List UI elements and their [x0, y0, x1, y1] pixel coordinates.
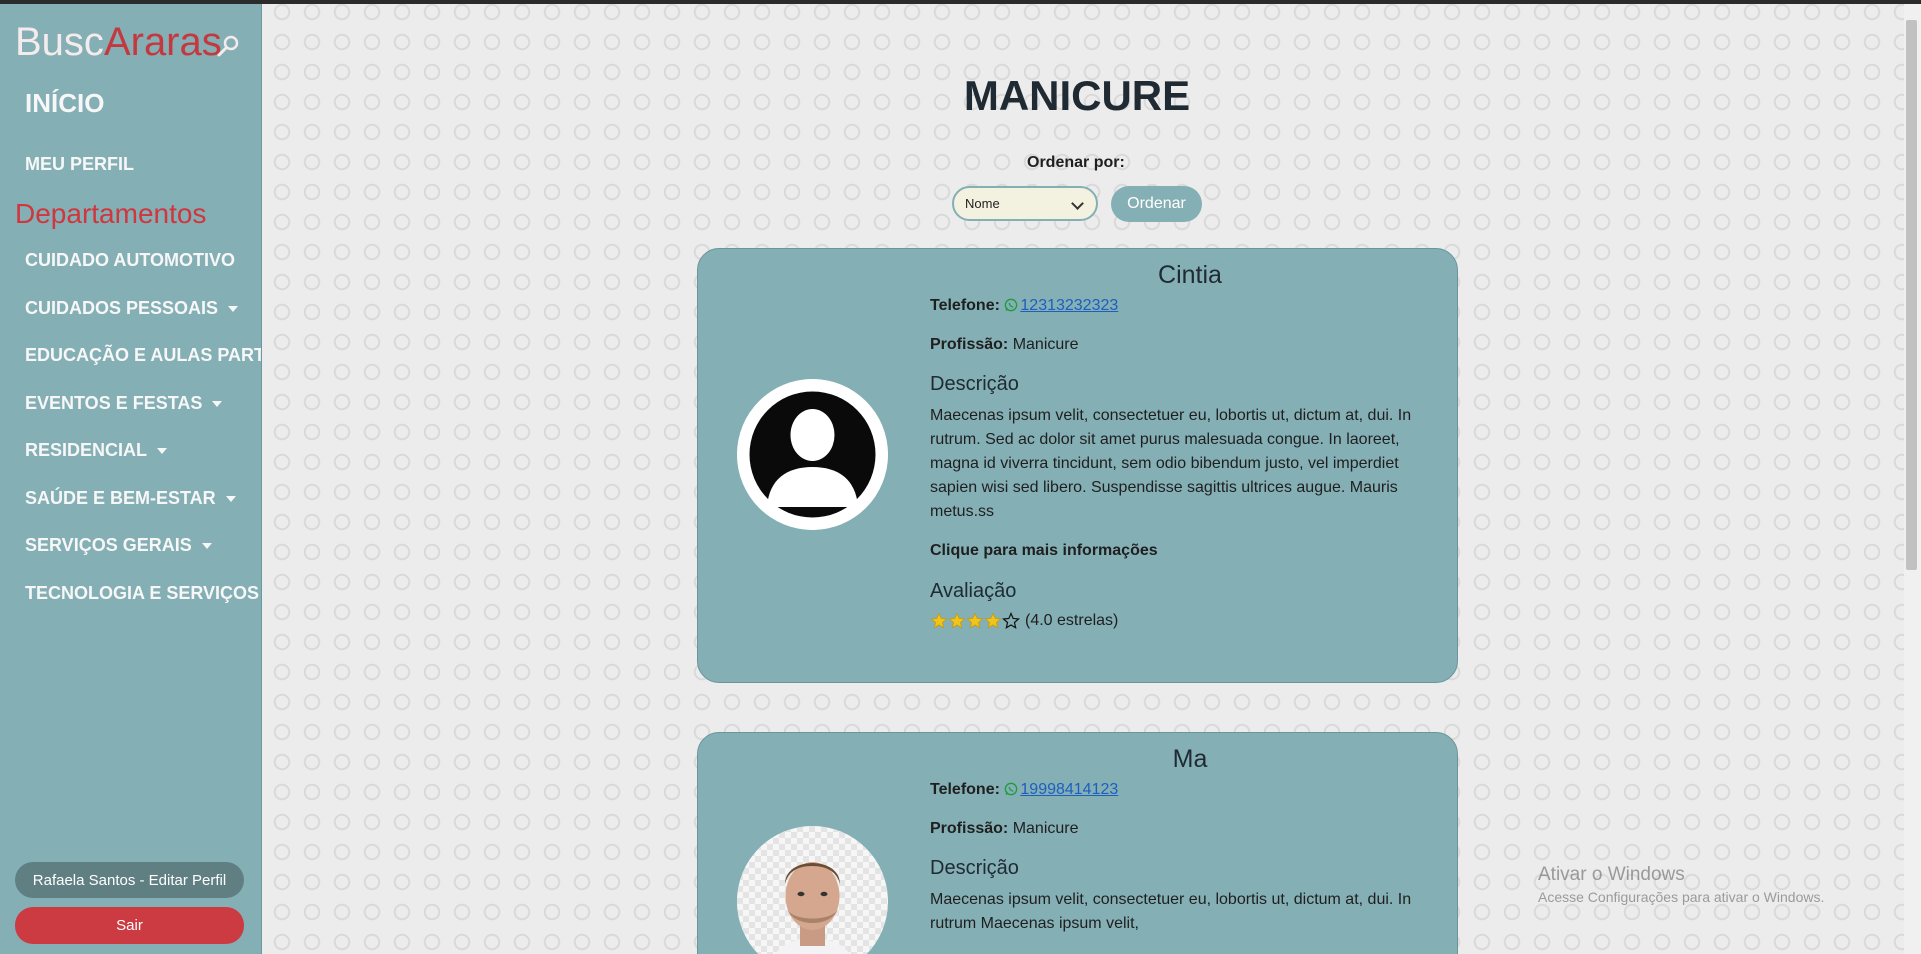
star-filled-icon	[966, 612, 984, 629]
order-by-label: Ordenar por:	[1027, 154, 1125, 171]
rating-text: (4.0 estrelas)	[1025, 612, 1119, 629]
caret-down-icon	[212, 400, 223, 407]
description-text: Maecenas ipsum velit, consectetuer eu, l…	[930, 407, 1412, 520]
more-info-link[interactable]: Clique para mais informações	[930, 542, 1158, 560]
dept-item-residential[interactable]: RESIDENCIAL	[25, 440, 261, 488]
caret-down-icon	[201, 543, 212, 549]
dept-item-label: EVENTOS E FESTAS	[25, 392, 203, 413]
phone-link[interactable]: 19998414123	[1020, 781, 1118, 798]
dept-item-label: EDUCAÇÃO E AULAS PART	[25, 345, 261, 365]
order-button[interactable]: Ordenar	[1111, 186, 1202, 222]
description-heading: Descrição	[930, 857, 1019, 879]
dept-item-label: TECNOLOGIA E SERVIÇOS	[25, 582, 260, 603]
default-avatar-icon	[737, 379, 888, 530]
profession-value: Manicure	[1012, 820, 1079, 837]
dept-item-technology[interactable]: TECNOLOGIA E SERVIÇOS	[25, 583, 261, 631]
departments-list: CUIDADO AUTOMOTIVO CUIDADOS PESSOAIS EDU…	[25, 250, 261, 630]
dept-item-education[interactable]: EDUCAÇÃO E AULAS PART	[25, 345, 261, 393]
profession-label: Profissão:	[930, 820, 1009, 837]
order-by-selected-value: Nome	[965, 196, 1000, 211]
nav-my-profile[interactable]: MEU PERFIL	[25, 154, 134, 175]
dept-item-label: CUIDADOS PESSOAIS	[25, 297, 219, 318]
dept-item-health[interactable]: SAÚDE E BEM-ESTAR	[25, 488, 261, 536]
windows-activation-subtitle: Acesse Configurações para ativar o Windo…	[1538, 889, 1825, 905]
dept-item-personal-care[interactable]: CUIDADOS PESSOAIS	[25, 298, 261, 346]
nav-home[interactable]: INÍCIO	[25, 88, 104, 119]
phone-link[interactable]: 12313232323	[1020, 297, 1118, 314]
phone-label: Telefone:	[930, 297, 1000, 314]
browser-top-edge	[0, 0, 1921, 4]
order-by-select[interactable]: Nome	[952, 186, 1098, 221]
scrollbar-thumb[interactable]	[1906, 20, 1917, 570]
phone-field: Telefone: 12313232323	[930, 297, 1118, 315]
departments-heading: Departamentos	[15, 198, 207, 229]
profession-field: Profissão: Manicure	[930, 820, 1079, 838]
sidebar: BuscAraras INÍCIO MEU PERFIL Departament…	[0, 4, 262, 954]
profession-field: Profissão: Manicure	[930, 336, 1079, 354]
star-empty-icon	[1002, 612, 1020, 629]
windows-activation-title: Ativar o Windows	[1538, 864, 1685, 885]
dept-item-label: CUIDADO AUTOMOTIVO	[25, 250, 235, 270]
professional-name: Ma	[1172, 745, 1208, 773]
brand-part-1: Busc	[15, 20, 104, 64]
phone-label: Telefone:	[930, 781, 1000, 798]
description-heading: Descrição	[930, 373, 1019, 395]
search-icon	[217, 35, 239, 57]
logout-button[interactable]: Sair	[15, 907, 244, 944]
description-text: Maecenas ipsum velit, consectetuer eu, l…	[930, 891, 1412, 932]
star-filled-icon	[948, 612, 966, 629]
dept-item-label: SERVIÇOS GERAIS	[25, 535, 192, 555]
rating-heading: Avaliação	[930, 580, 1017, 602]
phone-field: Telefone: 19998414123	[930, 781, 1118, 799]
caret-down-icon	[225, 495, 236, 502]
page-title: MANICURE	[963, 72, 1191, 119]
rating-stars: (4.0 estrelas)	[930, 612, 1118, 630]
dept-item-label: SAÚDE E BEM-ESTAR	[25, 487, 216, 508]
profession-value: Manicure	[1012, 336, 1079, 353]
whatsapp-icon	[1005, 298, 1018, 312]
brand-logo[interactable]: BuscAraras	[15, 20, 222, 65]
dept-item-general-services[interactable]: SERVIÇOS GERAIS	[25, 535, 261, 583]
photo-avatar	[737, 826, 888, 954]
chevron-down-icon	[1071, 197, 1084, 210]
star-filled-icon	[930, 612, 948, 629]
professional-card[interactable]: Cintia Telefone: 12313232323 Profissão: …	[697, 248, 1458, 683]
dept-item-events[interactable]: EVENTOS E FESTAS	[25, 393, 261, 441]
whatsapp-icon	[1005, 782, 1018, 796]
edit-profile-button[interactable]: Rafaela Santos - Editar Perfil	[15, 862, 244, 898]
caret-down-icon	[228, 305, 239, 312]
professional-card[interactable]: Ma Telefone: 19998414123 Profissão: Mani…	[697, 732, 1458, 954]
professional-name: Cintia	[1158, 261, 1222, 289]
dept-item-label: RESIDENCIAL	[25, 440, 148, 460]
brand-part-2: Araras	[103, 20, 222, 64]
caret-down-icon	[157, 448, 168, 454]
dept-item-automotive[interactable]: CUIDADO AUTOMOTIVO	[25, 250, 261, 298]
star-filled-icon	[984, 612, 1002, 629]
profession-label: Profissão:	[930, 336, 1009, 353]
